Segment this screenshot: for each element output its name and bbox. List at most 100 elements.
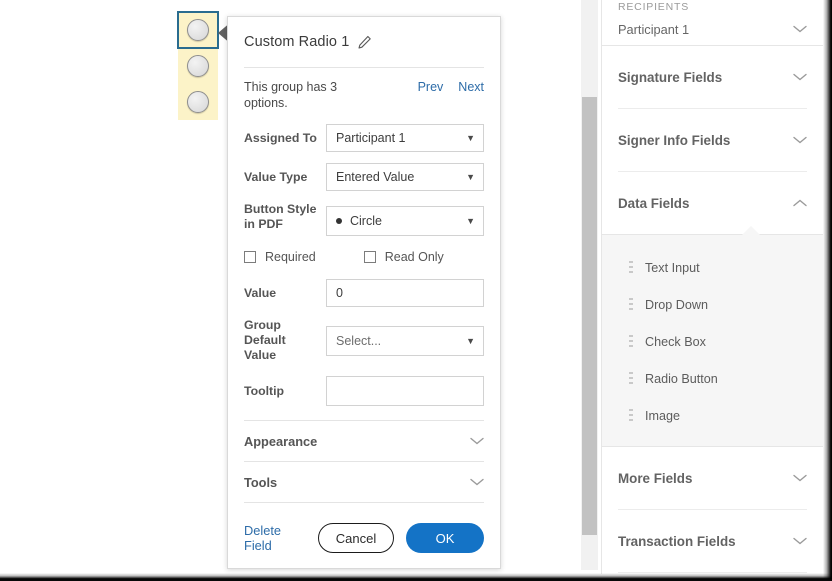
field-item-text-input[interactable]: Text Input — [602, 249, 823, 286]
value-input[interactable]: 0 — [326, 279, 484, 307]
checkbox-icon — [364, 251, 376, 263]
recipients-block: RECIPIENTS Participant 1 — [602, 0, 823, 45]
required-checkbox[interactable]: Required — [244, 250, 316, 264]
radio-circle-icon — [187, 55, 209, 77]
assigned-to-select[interactable]: Participant 1 ▼ — [326, 124, 484, 152]
field-item-label: Check Box — [645, 335, 706, 349]
group-info-row: This group has 3 options. Prev Next — [244, 68, 484, 124]
field-item-label: Radio Button — [645, 372, 718, 386]
chevron-down-icon: ▼ — [466, 216, 475, 226]
dialog-title: Custom Radio 1 — [244, 34, 349, 50]
chevron-down-icon — [793, 537, 807, 545]
radio-circle-icon — [187, 91, 209, 113]
assigned-to-label: Assigned To — [244, 131, 326, 146]
chevron-down-icon — [793, 25, 807, 33]
group-options-text: This group has 3 options. — [244, 79, 354, 111]
tooltip-row: Tooltip — [244, 376, 484, 406]
next-link[interactable]: Next — [458, 80, 484, 94]
chevron-up-icon — [793, 199, 807, 207]
sidebar-section-label: Signer Info Fields — [618, 133, 730, 148]
prev-link[interactable]: Prev — [418, 80, 444, 94]
sidebar-section-signature-fields[interactable]: Signature Fields — [602, 46, 823, 108]
field-item-image[interactable]: Image — [602, 397, 823, 434]
checkbox-row: Required Read Only — [244, 250, 484, 264]
group-default-value-value: Select... — [336, 334, 381, 348]
group-default-value-row: Group Default Value Select... ▼ — [244, 318, 484, 363]
value-label: Value — [244, 286, 326, 301]
panel-notch-icon — [742, 226, 760, 235]
button-style-row: Button Style in PDF Circle ▼ — [244, 202, 484, 236]
radio-circle-icon — [187, 19, 209, 41]
ok-button[interactable]: OK — [406, 523, 484, 553]
drag-handle-icon[interactable] — [629, 372, 633, 386]
group-nav-links: Prev Next — [418, 79, 484, 94]
cancel-button[interactable]: Cancel — [318, 523, 394, 553]
chevron-down-icon: ▼ — [466, 172, 475, 182]
bottom-edge-shadow — [0, 573, 832, 581]
divider — [244, 502, 484, 503]
field-item-label: Text Input — [645, 261, 700, 275]
read-only-label: Read Only — [385, 250, 444, 264]
pencil-icon[interactable] — [357, 35, 372, 50]
value-type-value: Entered Value — [336, 170, 414, 184]
drag-handle-icon[interactable] — [629, 261, 633, 275]
field-item-label: Image — [645, 409, 680, 423]
tooltip-input[interactable] — [326, 376, 484, 406]
read-only-checkbox[interactable]: Read Only — [364, 250, 444, 264]
drag-handle-icon[interactable] — [629, 409, 633, 423]
recipient-selector[interactable]: Participant 1 — [618, 13, 807, 45]
appearance-accordion[interactable]: Appearance — [244, 421, 484, 461]
right-edge-shadow — [823, 0, 832, 581]
delete-field-link[interactable]: Delete Field — [244, 523, 304, 553]
dialog-header: Custom Radio 1 — [244, 17, 484, 67]
sidebar-section-more-fields[interactable]: More Fields — [602, 447, 823, 509]
chevron-down-icon: ▼ — [466, 133, 475, 143]
tools-accordion[interactable]: Tools — [244, 462, 484, 502]
radio-field-option-3[interactable] — [178, 84, 218, 120]
assigned-to-value: Participant 1 — [336, 131, 405, 145]
required-label: Required — [265, 250, 316, 264]
chevron-down-icon — [793, 73, 807, 81]
app-root: Custom Radio 1 This group has 3 options.… — [0, 0, 832, 581]
radio-field-option-1[interactable] — [178, 12, 218, 48]
chevron-down-icon — [470, 478, 484, 486]
radio-field-group[interactable] — [178, 12, 218, 120]
drag-handle-icon[interactable] — [629, 335, 633, 349]
dialog-actions: Delete Field Cancel OK — [244, 523, 484, 553]
field-item-label: Drop Down — [645, 298, 708, 312]
appearance-label: Appearance — [244, 434, 317, 449]
recipient-name: Participant 1 — [618, 22, 689, 37]
data-fields-list: Text Input Drop Down Check Box Radio But… — [602, 234, 823, 447]
chevron-down-icon — [793, 136, 807, 144]
sidebar-section-data-fields[interactable]: Data Fields — [602, 172, 823, 234]
bullet-circle-icon — [336, 218, 342, 224]
group-default-value-label: Group Default Value — [244, 318, 326, 363]
field-item-radio-button[interactable]: Radio Button — [602, 360, 823, 397]
value-type-select[interactable]: Entered Value ▼ — [326, 163, 484, 191]
value-input-text: 0 — [336, 286, 343, 300]
group-default-value-select[interactable]: Select... ▼ — [326, 326, 484, 356]
chevron-down-icon — [470, 437, 484, 445]
sidebar-section-transaction-fields[interactable]: Transaction Fields — [602, 510, 823, 572]
recipients-label: RECIPIENTS — [618, 0, 807, 13]
sidebar-section-signer-info-fields[interactable]: Signer Info Fields — [602, 109, 823, 171]
sidebar-section-label: Data Fields — [618, 196, 689, 211]
sidebar-section-label: Signature Fields — [618, 70, 722, 85]
button-style-label: Button Style in PDF — [244, 202, 326, 232]
tools-label: Tools — [244, 475, 277, 490]
button-style-select[interactable]: Circle ▼ — [326, 206, 484, 236]
value-type-label: Value Type — [244, 170, 326, 185]
vertical-scrollbar-thumb[interactable] — [582, 97, 597, 535]
button-style-value: Circle — [350, 214, 382, 228]
assigned-to-row: Assigned To Participant 1 ▼ — [244, 124, 484, 152]
chevron-down-icon: ▼ — [466, 336, 475, 346]
drag-handle-icon[interactable] — [629, 298, 633, 312]
field-item-drop-down[interactable]: Drop Down — [602, 286, 823, 323]
sidebar-section-label: Transaction Fields — [618, 534, 736, 549]
field-item-check-box[interactable]: Check Box — [602, 323, 823, 360]
field-properties-dialog: Custom Radio 1 This group has 3 options.… — [227, 16, 501, 569]
sidebar-section-label: More Fields — [618, 471, 692, 486]
radio-field-option-2[interactable] — [178, 48, 218, 84]
tooltip-label: Tooltip — [244, 384, 326, 399]
checkbox-icon — [244, 251, 256, 263]
